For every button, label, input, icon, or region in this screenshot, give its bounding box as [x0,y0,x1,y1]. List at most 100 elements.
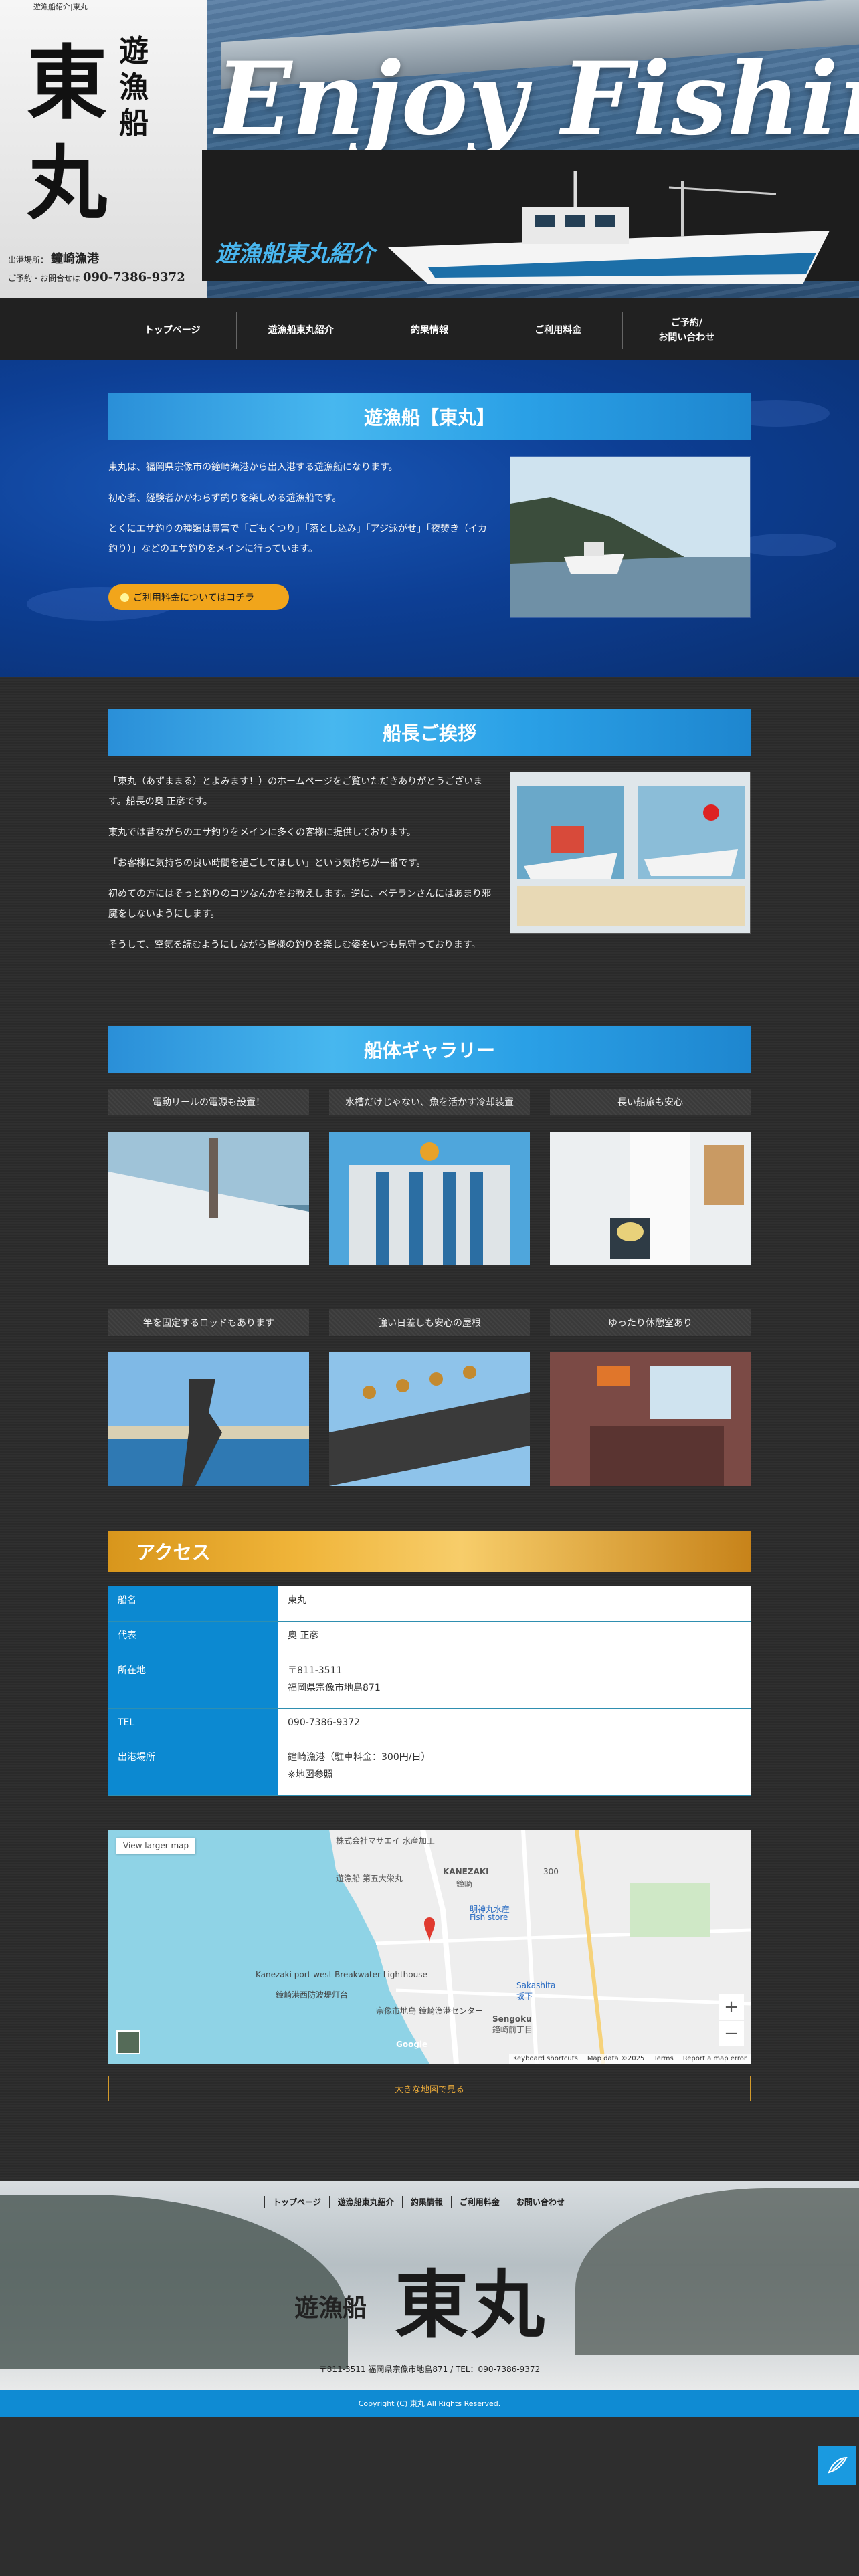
map-label: 宗像市地島 鐘崎漁港センター [376,2006,483,2016]
rate-info-label: ご利用料金についてはコチラ [133,593,255,603]
satellite-toggle[interactable] [116,2030,140,2054]
logo-contact: 出港場所： 鐘崎漁港 ご予約・お問合せは 090-7386-9372 [8,251,185,287]
footer-nav-top[interactable]: トップページ [264,2196,329,2208]
header: 遊漁船紹介|東丸 東丸 遊漁船 出港場所： 鐘崎漁港 ご予約・お問合せは 090-7… [0,0,859,298]
google-map[interactable]: View larger map 株式会社マサエイ 水産加工 遊漁船 第五大栄丸 … [108,1830,751,2064]
table-row: TEL 090-7386-9372 [108,1708,751,1743]
map-land [329,1830,751,2064]
footer-hill-right [575,2188,859,2355]
copyright: Copyright (C) 東丸 All Rights Reserved. [0,2390,859,2417]
footer-nav-results[interactable]: 釣果情報 [401,2196,451,2208]
gallery-photo-rod-holder [108,1352,309,1486]
bullet-icon [120,593,129,602]
map-label: Kanezaki port west Breakwater Lighthouse [256,1970,427,1979]
fish-hook-icon [828,2456,848,2474]
greeting-p3: 「お客様に気持ちの良い時間を過ごしてほしい」という気持ちが一番です。 [108,858,426,869]
tel-label: ご予約・お問合せは [8,274,81,283]
nav-item-price[interactable]: ご利用料金 [494,312,623,349]
logo-sub: 遊漁船 [119,34,149,140]
gallery-photo-rest-room [550,1352,751,1486]
zoom-out-button[interactable]: − [719,2021,744,2046]
gallery-caption: ゆったり休憩室あり [550,1309,751,1336]
gallery-caption: 長い船旅も安心 [550,1089,751,1115]
greeting-text: 「東丸（あずままる）とよみます！）のホームページをご覧いただきありがとうございま… [108,772,496,966]
map-label: Sakashita [516,1981,556,1990]
map-label: 鐘崎前丁目 [492,2025,533,2034]
tel-value: 090-7386-9372 [83,270,185,284]
footer: トップページ 遊漁船東丸紹介 釣果情報 ご利用料金 お問い合わせ 遊漁船 東丸 … [0,2181,859,2390]
nav-item-contact[interactable]: ご予約/ お問い合わせ [623,312,751,349]
table-value: 〒811-3511 福岡県宗像市地島871 [278,1656,751,1709]
access-table: 船名 東丸 代表 奥 正彦 所在地 〒811-3511 福岡県宗像市地島871 T… [108,1586,751,1796]
table-key: 所在地 [108,1656,278,1709]
greeting-p5: そうして、空気を読むようにしながら皆様の釣りを楽しむ姿をいつも見守っております。 [108,940,481,950]
keyboard-shortcuts-link[interactable]: Keyboard shortcuts [513,2055,578,2062]
footer-nav-boat[interactable]: 遊漁船東丸紹介 [328,2196,402,2208]
boat-illustration [388,171,830,284]
table-row: 代表 奥 正彦 [108,1621,751,1656]
map-label: KANEZAKI [443,1867,489,1876]
port-value: 鐘崎漁港 [51,252,100,266]
footer-nav-price[interactable]: ご利用料金 [450,2196,508,2208]
table-row: 出港場所 鐘崎漁港（駐車料金：300円/日） ※地図参照 [108,1743,751,1796]
footer-hill-left [0,2195,348,2369]
greeting-p2: 東丸では昔ながらのエサ釣りをメインに多くの客様に提供しております。 [108,827,416,838]
table-key: 船名 [108,1586,278,1622]
gallery-photo-reel-power [108,1132,309,1265]
hero-title: Enjoy Fishing [215,40,859,158]
intro-p1: 東丸は、福岡県宗像市の鐘崎漁港から出入港する遊漁船になります。 [108,462,398,473]
intro-text: 東丸は、福岡県宗像市の鐘崎漁港から出入港する遊漁船になります。 初心者、経験者か… [108,457,496,570]
map-label: 遊漁船 第五大栄丸 [336,1874,403,1883]
gallery-photo-toilet [550,1132,751,1265]
map-label: 300 [543,1867,559,1876]
port-label: 出港場所： [8,255,49,265]
logo-main: 東丸 [27,36,107,231]
gallery-photo-roof [329,1352,530,1486]
view-larger-map-link[interactable]: View larger map [116,1838,196,1854]
report-error-link[interactable]: Report a map error [683,2055,747,2062]
rate-info-button[interactable]: ご利用料金についてはコチラ [108,584,289,610]
hero-subtitle: 遊漁船東丸紹介 [215,241,375,267]
page-bottom [0,2417,859,2576]
table-row: 船名 東丸 [108,1586,751,1622]
nav-item-top[interactable]: トップページ [108,312,237,349]
intro-p3: とくにエサ釣りの種類は豊富で「ごもくつり」「落とし込み」「アジ泳がせ」「夜焚き（… [108,524,488,554]
map-label: 坂下 [516,1992,533,2001]
back-to-top-button[interactable] [818,2446,856,2485]
map-note: ※地図参照 [288,1769,333,1780]
map-label: Sengoku [492,2014,532,2024]
access-heading: アクセス [108,1531,751,1572]
gallery-heading: 船体ギャラリー [108,1026,751,1073]
table-key: TEL [108,1708,278,1743]
access-heading-label: アクセス [136,1541,211,1564]
boat-at-sea-photo [510,456,751,618]
logo-panel[interactable]: 遊漁船紹介|東丸 東丸 遊漁船 出港場所： 鐘崎漁港 ご予約・お問合せは 090-7… [0,0,207,298]
footer-nav-contact[interactable]: お問い合わせ [507,2196,573,2208]
zoom-in-button[interactable]: + [719,1994,744,2020]
map-label: 鐘崎 [456,1879,473,1889]
nav-item-results[interactable]: 釣果情報 [365,312,494,349]
address: 福岡県宗像市地島871 [288,1682,381,1693]
greeting-p1: 「東丸（あずままる）とよみます！）のホームページをご覧いただきありがとうございま… [108,776,483,807]
drawing-photo [510,772,751,934]
intro-p2: 初心者、経験者かかわらず釣りを楽しめる遊漁船です。 [108,493,342,504]
table-value: 090-7386-9372 [278,1708,751,1743]
footer-logo: 東丸 [395,2262,547,2348]
table-value: 東丸 [278,1586,751,1622]
footer-address: 〒811-3511 福岡県宗像市地島871 / TEL：090-7386-937… [318,2365,541,2374]
google-logo: Google [396,2040,428,2049]
gallery-caption: 水槽だけじゃない、魚を活かす冷却装置 [329,1089,530,1115]
gallery-caption: 電動リールの電源も設置！ [108,1089,309,1115]
table-value: 奥 正彦 [278,1621,751,1656]
intro-heading: 遊漁船【東丸】 [108,393,751,440]
greeting-p4: 初めての方にはそっと釣りのコツなんかをお教えします。逆に、ベテランさんにはあまり… [108,889,492,920]
big-map-button[interactable]: 大きな地図で見る [108,2076,751,2101]
map-data-text: Map data ©2025 [587,2055,645,2062]
table-key: 代表 [108,1621,278,1656]
nav-item-boat[interactable]: 遊漁船東丸紹介 [237,312,366,349]
footer-nav: トップページ 遊漁船東丸紹介 釣果情報 ご利用料金 お問い合わせ [264,2196,573,2208]
terms-link[interactable]: Terms [654,2055,673,2062]
gallery-photo-cooling [329,1132,530,1265]
logo-caption: 遊漁船紹介|東丸 [33,3,88,11]
greeting-heading: 船長ご挨拶 [108,709,751,756]
